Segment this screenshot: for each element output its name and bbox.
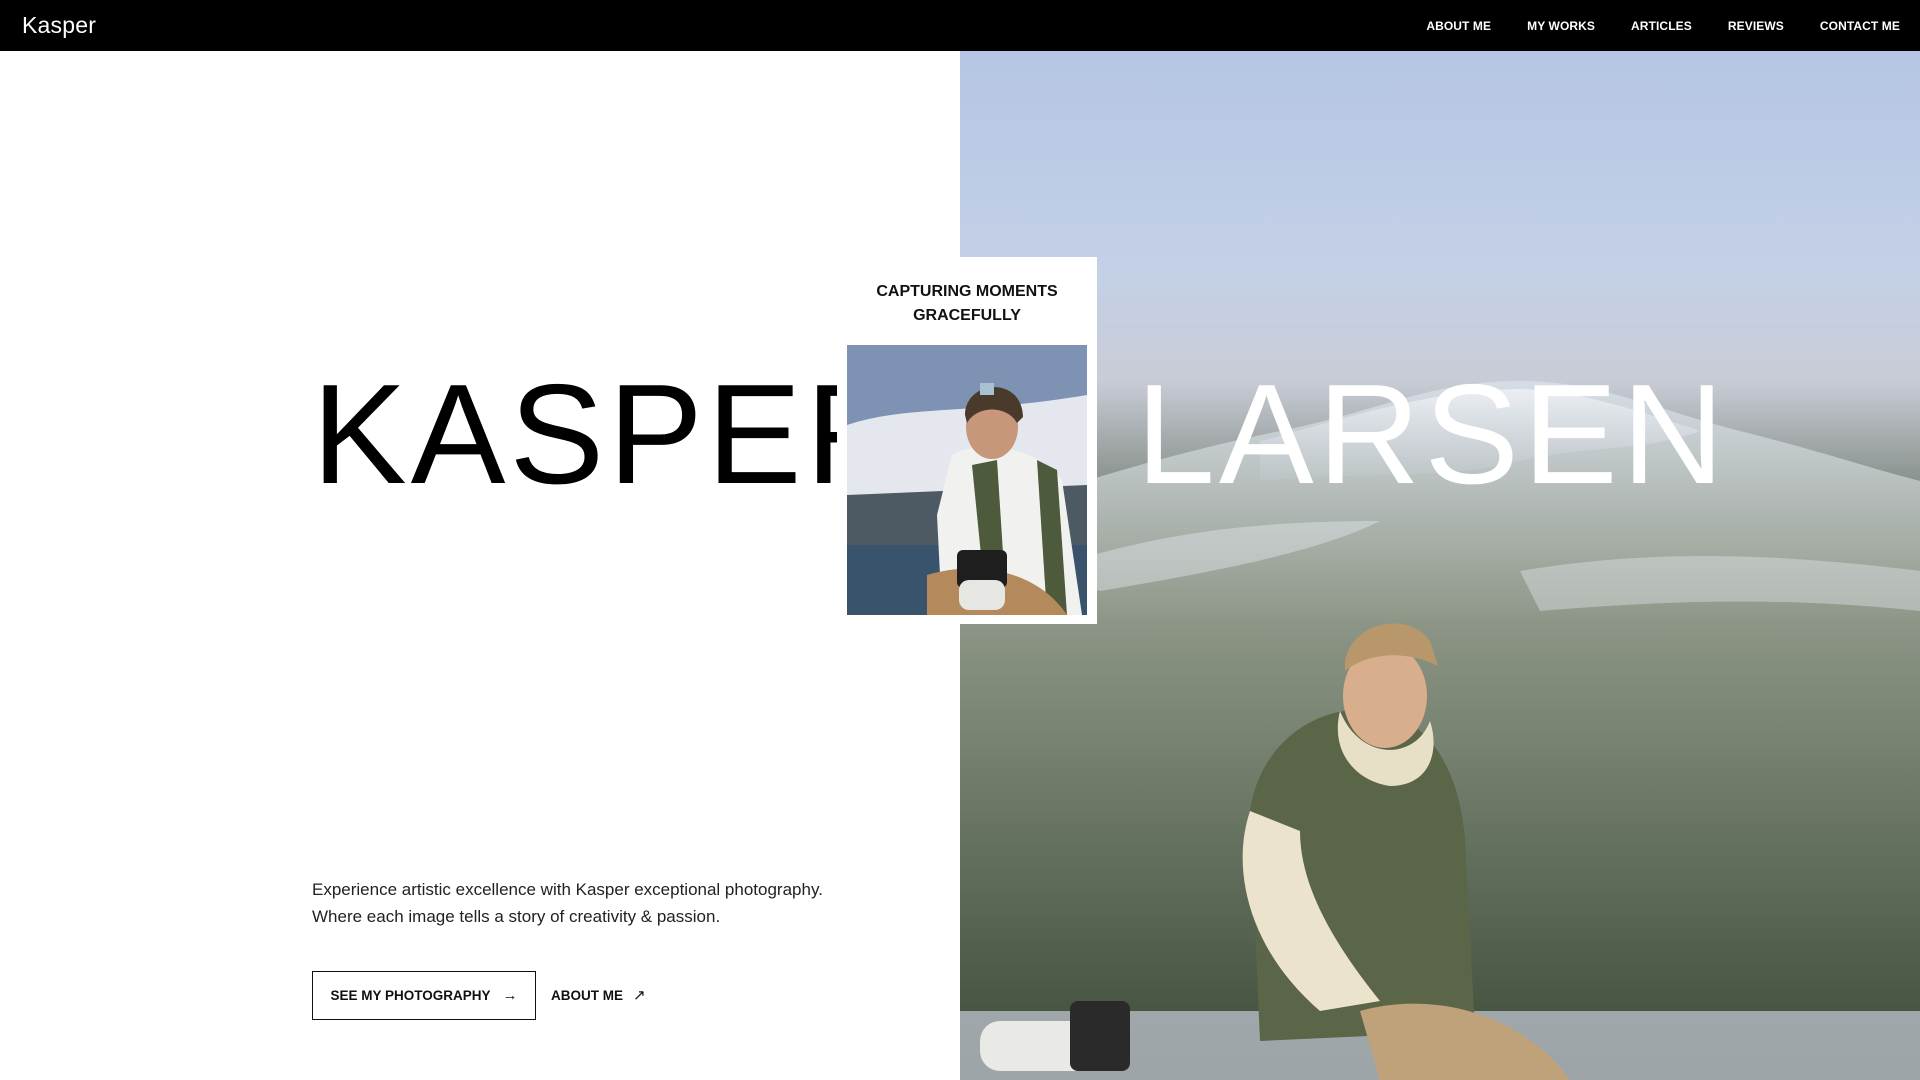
hero-tagline: CAPTURING MOMENTS GRACEFULLY [876,283,1058,324]
hero-last-name: LARSEN [1136,355,1729,514]
about-me-link-label: ABOUT ME [551,988,623,1003]
arrow-up-right-icon: ↗ [633,987,646,1004]
top-navigation: Kasper ABOUT ME MY WORKS ARTICLES REVIEW… [0,0,1920,51]
about-me-link[interactable]: ABOUT ME ↗ [551,971,646,1020]
portrait-card: CAPTURING MOMENTS GRACEFULLY [837,257,1097,624]
nav-link-articles[interactable]: ARTICLES [1631,19,1692,33]
site-logo[interactable]: Kasper [22,12,96,39]
hero-intro-text: Experience artistic excellence with Kasp… [312,880,823,926]
see-my-photography-button[interactable]: SEE MY PHOTOGRAPHY → [312,971,536,1020]
nav-link-my-works[interactable]: MY WORKS [1527,19,1595,33]
hero-photo-illustration [960,381,1920,1080]
portrait-photo-illustration [847,345,1087,615]
nav-link-reviews[interactable]: REVIEWS [1728,19,1784,33]
hero-first-name: KASPER [312,355,913,514]
arrow-right-icon: → [502,987,518,1004]
see-my-photography-label: SEE MY PHOTOGRAPHY [330,988,491,1003]
nav-links: ABOUT ME MY WORKS ARTICLES REVIEWS CONTA… [1426,19,1900,33]
nav-link-contact-me[interactable]: CONTACT ME [1820,19,1900,33]
portrait-photo [847,345,1087,615]
nav-link-about-me[interactable]: ABOUT ME [1426,19,1491,33]
hero-photograph [960,51,1920,1080]
